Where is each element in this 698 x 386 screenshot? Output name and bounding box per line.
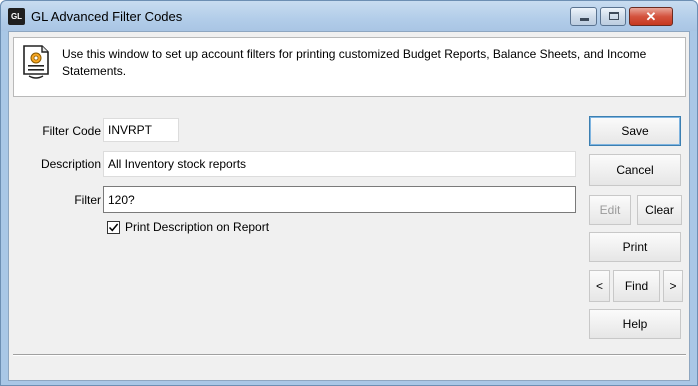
info-panel: Use this window to set up account filter…	[13, 37, 686, 97]
description-input[interactable]	[103, 151, 576, 177]
clear-button[interactable]: Clear	[637, 195, 682, 225]
save-button[interactable]: Save	[589, 116, 681, 146]
filter-label: Filter	[74, 193, 101, 207]
close-button[interactable]: ✕	[629, 7, 673, 26]
minimize-icon	[580, 18, 589, 21]
filter-code-label: Filter Code	[42, 124, 101, 138]
maximize-icon	[609, 12, 619, 20]
maximize-button[interactable]	[600, 7, 626, 26]
help-button[interactable]: Help	[589, 309, 681, 339]
filter-code-input[interactable]	[103, 118, 179, 142]
title-bar[interactable]: GL GL Advanced Filter Codes ✕	[1, 1, 697, 31]
find-button[interactable]: Find	[613, 270, 660, 302]
window: GL GL Advanced Filter Codes ✕ Use this w…	[0, 0, 698, 386]
print-description-label: Print Description on Report	[125, 220, 270, 234]
print-description-checkbox[interactable]	[107, 221, 120, 234]
close-icon: ✕	[645, 9, 657, 24]
checkmark-icon	[108, 223, 119, 232]
info-text: Use this window to set up account filter…	[62, 47, 647, 78]
filter-input[interactable]	[103, 186, 576, 213]
cancel-button[interactable]: Cancel	[589, 154, 681, 186]
print-button[interactable]: Print	[589, 232, 681, 262]
edit-button[interactable]: Edit	[589, 195, 631, 225]
next-button[interactable]: >	[663, 270, 683, 302]
app-icon: GL	[8, 8, 25, 25]
bottom-separator	[13, 354, 686, 356]
minimize-button[interactable]	[570, 7, 597, 26]
description-label: Description	[40, 157, 101, 171]
window-title: GL Advanced Filter Codes	[31, 9, 183, 24]
previous-button[interactable]: <	[589, 270, 610, 302]
window-client-area: Use this window to set up account filter…	[8, 31, 690, 381]
gear-document-icon	[23, 45, 49, 79]
